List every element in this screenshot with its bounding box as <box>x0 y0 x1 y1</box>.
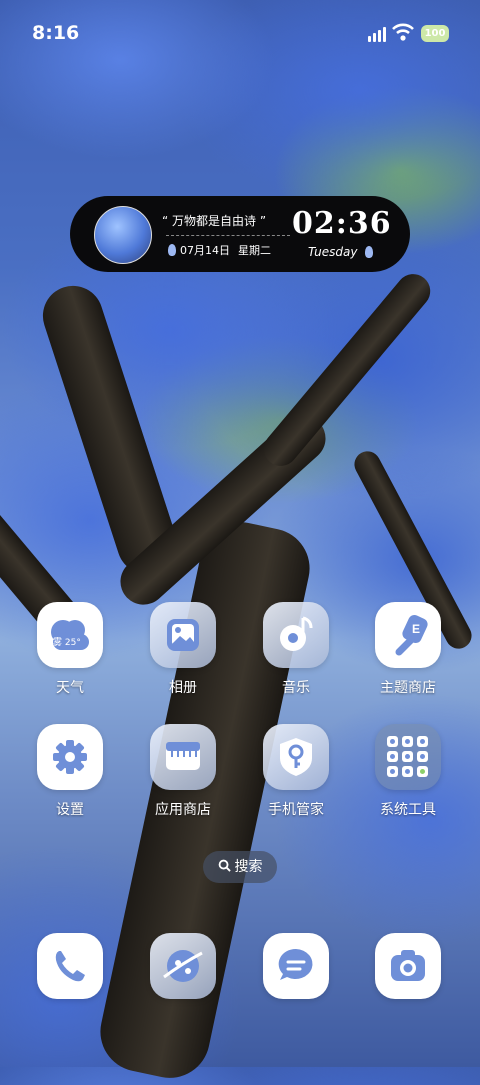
wifi-icon <box>392 23 414 41</box>
browser-icon <box>150 933 216 999</box>
app-label: 相册 <box>169 680 197 696</box>
messages-icon <box>263 933 329 999</box>
status-time: 8:16 <box>32 22 80 44</box>
status-bar: 8:16 100 <box>0 0 480 68</box>
weather-condition: 雾 <box>53 638 63 648</box>
gallery-icon <box>150 602 216 668</box>
app-weather[interactable]: 雾 25° 天气 <box>20 602 120 697</box>
app-label: 应用商店 <box>155 802 211 818</box>
settings-gear-icon <box>37 724 103 790</box>
widget-quote: “ 万物都是自由诗 ” <box>162 214 267 228</box>
dock-messages[interactable] <box>246 933 346 999</box>
search-icon <box>218 859 231 872</box>
app-label: 系统工具 <box>380 802 436 818</box>
music-icon <box>263 602 329 668</box>
phone-manager-icon <box>263 724 329 790</box>
weather-temp: 25° <box>64 638 81 648</box>
battery-level: 100 <box>424 28 446 39</box>
app-store-icon <box>150 724 216 790</box>
app-label: 音乐 <box>282 680 310 696</box>
camera-icon <box>375 933 441 999</box>
cellular-signal-icon <box>368 26 386 42</box>
search-label: 搜索 <box>234 859 263 875</box>
app-phone-manager[interactable]: 手机管家 <box>246 724 346 819</box>
divider <box>166 235 290 236</box>
widget-clock: 02:36 <box>292 206 392 241</box>
weekday-cn-text: 星期二 <box>238 244 271 257</box>
widget-weekday: Tuesday <box>308 245 358 259</box>
app-app-store[interactable]: 应用商店 <box>133 724 233 819</box>
app-music[interactable]: 音乐 <box>246 602 346 697</box>
weather-icon: 雾 25° <box>37 602 103 668</box>
battery-icon: 100 <box>421 25 449 42</box>
app-label: 主题商店 <box>380 680 436 696</box>
app-label: 手机管家 <box>268 802 324 818</box>
date-text: 07月14日 <box>180 244 230 257</box>
widget-date: 07月14日 星期二 <box>180 242 279 258</box>
app-settings[interactable]: 设置 <box>20 724 120 819</box>
dock-camera[interactable] <box>358 933 458 999</box>
flower-bud-icon <box>365 246 373 258</box>
clock-widget[interactable]: “ 万物都是自由诗 ” 07月14日 星期二 02:36 Tuesday <box>70 196 410 272</box>
tree-branch <box>256 267 438 473</box>
avatar <box>94 206 152 264</box>
system-tools-folder-icon <box>375 724 441 790</box>
app-gallery[interactable]: 相册 <box>133 602 233 697</box>
app-system-tools[interactable]: 系统工具 <box>358 724 458 819</box>
app-theme-store[interactable]: E 主题商店 <box>358 602 458 697</box>
search-button[interactable]: 搜索 <box>203 851 277 883</box>
app-label: 天气 <box>56 680 84 696</box>
app-label: 设置 <box>56 802 84 818</box>
flower-bud-icon <box>168 244 176 256</box>
dock-browser[interactable] <box>133 933 233 999</box>
dock-phone[interactable] <box>20 933 120 999</box>
svg-text:E: E <box>412 622 420 636</box>
theme-store-icon: E <box>375 602 441 668</box>
phone-icon <box>37 933 103 999</box>
